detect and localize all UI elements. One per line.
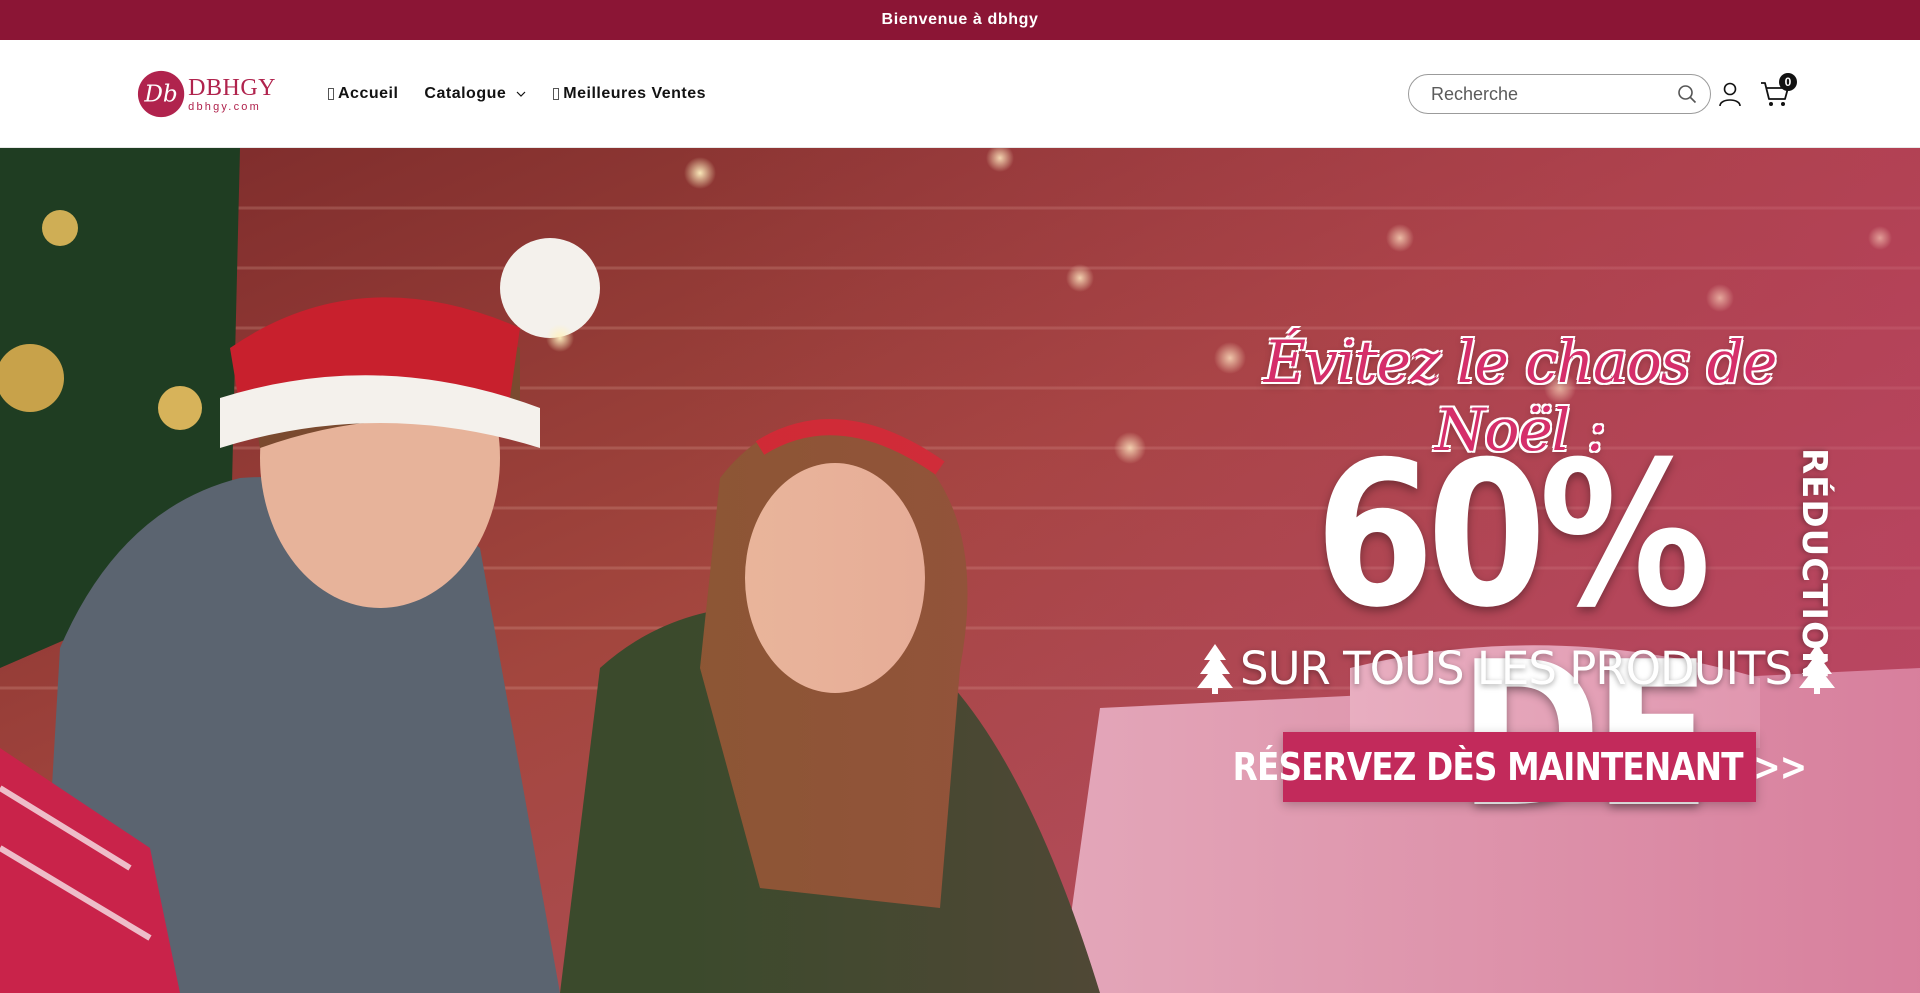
- logo-name: DBHGY: [188, 74, 276, 101]
- user-icon[interactable]: [1716, 80, 1744, 108]
- nav-item-label: Accueil: [338, 85, 399, 102]
- christmas-tree-icon: [1197, 644, 1233, 694]
- hero-subline: SUR TOUS LES PRODUITS: [1240, 641, 1793, 695]
- nav-item-label: Catalogue: [424, 85, 507, 102]
- hero-cta-button[interactable]: RÉSERVEZ DÈS MAINTENANT >>: [1233, 732, 1807, 802]
- logo-monogram-icon: Db: [137, 70, 185, 118]
- nav-item-meilleures-ventes[interactable]: Meilleures Ventes: [553, 85, 706, 103]
- announcement-text: Bienvenue à dbhgy: [881, 11, 1039, 28]
- svg-text:Db: Db: [143, 82, 177, 108]
- search-icon: [1678, 85, 1697, 104]
- logo[interactable]: Db DBHGY dbhgy.com: [136, 66, 276, 122]
- announcement-bar: Bienvenue à dbhgy: [0, 0, 1920, 40]
- nav-item-accueil[interactable]: Accueil: [328, 85, 398, 103]
- hero-subline-row: SUR TOUS LES PRODUITS: [1196, 638, 1836, 698]
- nav-glyph-icon: [553, 88, 560, 100]
- search-button[interactable]: [1676, 83, 1698, 105]
- hero-cta-label: RÉSERVEZ DÈS MAINTENANT >>: [1232, 745, 1807, 789]
- logo-domain: dbhgy.com: [188, 100, 261, 113]
- main-nav: Accueil Catalogue Meilleures Ventes: [328, 40, 706, 148]
- site-header: Db DBHGY dbhgy.com Accueil Catalogue Mei…: [0, 40, 1920, 148]
- hero-banner[interactable]: Évitez le chaos de Noël : 60% DE RÉDUCTI…: [0, 148, 1920, 993]
- nav-item-catalogue[interactable]: Catalogue: [424, 85, 527, 103]
- christmas-tree-icon: [1799, 644, 1835, 694]
- nav-glyph-icon: [328, 88, 334, 100]
- search-input[interactable]: [1431, 83, 1676, 105]
- hero-vertical-text: RÉDUCTION: [1794, 448, 1834, 681]
- nav-item-label: Meilleures Ventes: [563, 85, 707, 102]
- chevron-down-icon: [516, 91, 526, 97]
- cart-count-badge: 0: [1779, 73, 1797, 91]
- search-box: [1408, 74, 1711, 114]
